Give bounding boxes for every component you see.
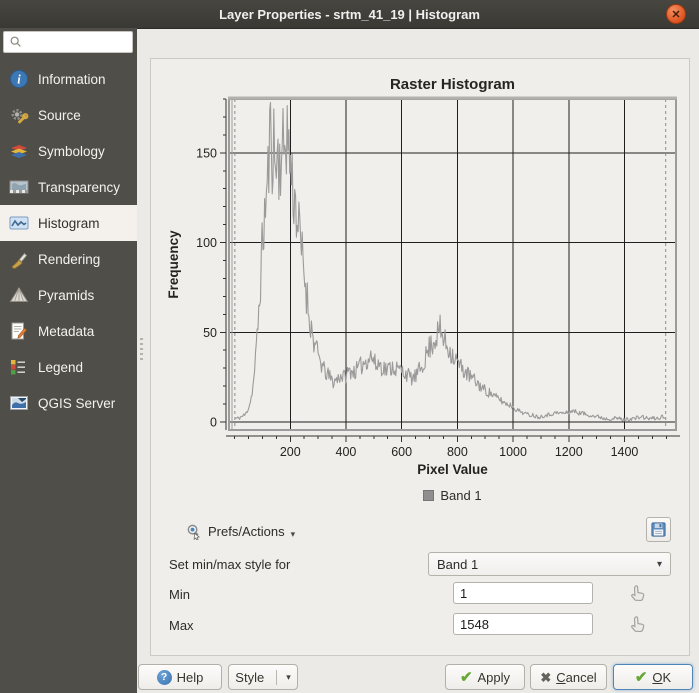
svg-text:100: 100 [196, 236, 217, 250]
sidebar-search-box[interactable] [3, 31, 133, 53]
min-label: Min [169, 587, 190, 602]
help-label: Help [177, 670, 204, 685]
apply-label: Apply [478, 670, 511, 685]
sidebar-item-histogram[interactable]: Histogram [0, 205, 137, 241]
sidebar-item-qgis-server[interactable]: QGIS Server [0, 385, 137, 421]
pick-min-hand-icon[interactable] [628, 583, 647, 602]
svg-text:1400: 1400 [611, 445, 639, 459]
search-input[interactable] [18, 34, 132, 50]
help-button[interactable]: ? Help [138, 664, 222, 690]
min-input[interactable] [453, 582, 593, 604]
sidebar-scrollbar[interactable] [140, 338, 143, 362]
sidebar-list: i Information Source Symbology Transpare… [0, 61, 137, 421]
source-icon [9, 105, 29, 125]
qgis-server-icon [9, 393, 29, 413]
cancel-button[interactable]: ✖ Cancel [530, 664, 607, 690]
pick-max-hand-icon[interactable] [628, 614, 647, 633]
x-axis [226, 436, 680, 442]
ok-label: OK [652, 670, 671, 685]
save-icon [650, 521, 667, 538]
histogram-panel: Raster Histogram 05010015020040060080010… [150, 58, 690, 656]
layer-properties-window: Layer Properties - srtm_41_19 | Histogra… [0, 0, 699, 693]
sidebar-item-legend[interactable]: Legend [0, 349, 137, 385]
band-select-value: Band 1 [437, 557, 478, 572]
rendering-icon [9, 249, 29, 269]
sidebar-item-pyramids[interactable]: Pyramids [0, 277, 137, 313]
sidebar-item-symbology[interactable]: Symbology [0, 133, 137, 169]
histogram-plot[interactable]: 0 50 100 150 200 400 600 800 1000 1200 1400 Pixel V… [151, 89, 692, 485]
ok-button[interactable]: ✔ OK [613, 664, 693, 690]
svg-text:50: 50 [203, 326, 217, 340]
check-icon: ✔ [635, 670, 648, 685]
cancel-x-icon: ✖ [540, 671, 551, 684]
svg-text:600: 600 [391, 445, 412, 459]
svg-text:200: 200 [280, 445, 301, 459]
sidebar: i Information Source Symbology Transpare… [0, 28, 137, 693]
close-icon: ✕ [671, 8, 680, 21]
svg-text:400: 400 [336, 445, 357, 459]
svg-text:1000: 1000 [499, 445, 527, 459]
style-label: Style [235, 670, 264, 685]
cancel-label: Cancel [556, 670, 596, 685]
max-label: Max [169, 618, 194, 633]
chevron-down-icon: ▾ [291, 529, 296, 540]
transparency-icon [9, 177, 29, 197]
prefs-magnifier-icon [185, 523, 202, 540]
sidebar-item-transparency[interactable]: Transparency [0, 169, 137, 205]
titlebar: Layer Properties - srtm_41_19 | Histogra… [0, 0, 699, 29]
sidebar-item-rendering[interactable]: Rendering [0, 241, 137, 277]
apply-button[interactable]: ✔ Apply [445, 664, 525, 690]
svg-text:800: 800 [447, 445, 468, 459]
legend-icon [9, 357, 29, 377]
style-button[interactable]: Style ▾ [228, 664, 298, 690]
y-axis-label: Frequency [166, 230, 181, 299]
svg-text:1200: 1200 [555, 445, 583, 459]
pyramids-icon [9, 285, 29, 305]
legend-swatch-icon [423, 490, 434, 501]
svg-text:150: 150 [196, 146, 217, 160]
max-input[interactable] [453, 613, 593, 635]
check-icon: ✔ [460, 670, 473, 685]
x-axis-label: Pixel Value [417, 462, 488, 477]
symbology-icon [9, 141, 29, 161]
help-question-icon: ? [157, 670, 172, 685]
svg-text:0: 0 [210, 416, 217, 430]
close-button[interactable]: ✕ [666, 4, 686, 24]
set-minmax-label: Set min/max style for [169, 557, 290, 572]
y-axis [220, 99, 226, 430]
svg-text:i: i [17, 73, 21, 87]
window-title: Layer Properties - srtm_41_19 | Histogra… [219, 7, 480, 22]
legend-label: Band 1 [440, 488, 481, 503]
sidebar-item-source[interactable]: Source [0, 97, 137, 133]
prefs-actions-label: Prefs/Actions [208, 524, 285, 539]
chevron-down-icon: ▾ [286, 672, 291, 683]
info-icon: i [9, 69, 29, 89]
chevron-down-icon: ▾ [657, 559, 662, 570]
sidebar-item-information[interactable]: i Information [0, 61, 137, 97]
prefs-actions-button[interactable]: Prefs/Actions ▾ [181, 518, 299, 544]
sidebar-item-metadata[interactable]: Metadata [0, 313, 137, 349]
metadata-icon [9, 321, 29, 341]
band-select[interactable]: Band 1 ▾ [428, 552, 671, 576]
button-separator [276, 670, 277, 685]
chart-legend: Band 1 [229, 488, 676, 503]
save-button[interactable] [646, 517, 671, 542]
search-icon [4, 35, 18, 49]
histogram-icon [9, 213, 29, 233]
